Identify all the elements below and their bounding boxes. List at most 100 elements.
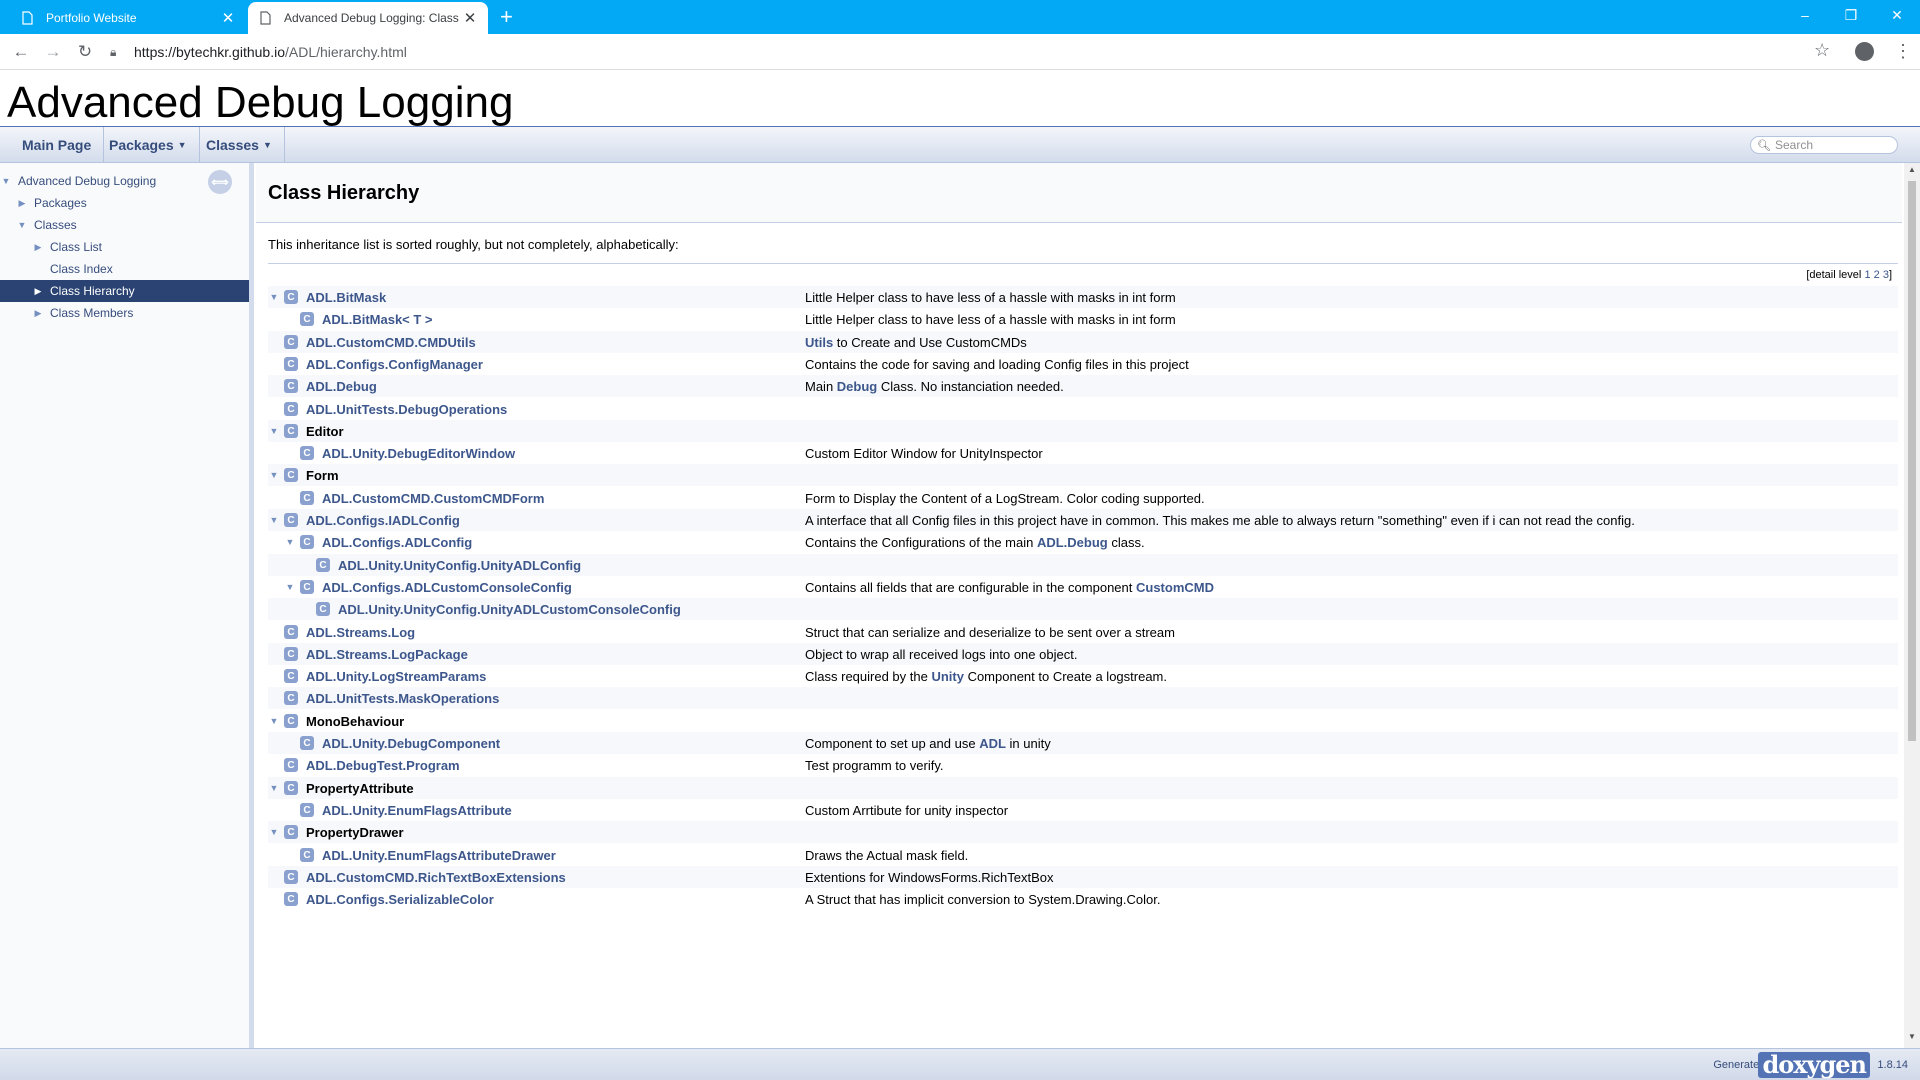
class-link[interactable]: ADL.Unity.EnumFlagsAttribute [322, 803, 512, 818]
class-link[interactable]: ADL.Configs.ADLConfig [322, 535, 472, 550]
expand-toggle-icon[interactable]: ▼ [268, 827, 280, 837]
doxygen-logo[interactable]: doxygen [1758, 1052, 1870, 1078]
forward-icon[interactable]: → [41, 40, 65, 64]
class-link[interactable]: ADL.Unity.LogStreamParams [306, 669, 486, 684]
sidebar-item-class-list[interactable]: ▶ Class List [0, 236, 249, 258]
expand-toggle-icon[interactable]: ▼ [268, 470, 280, 480]
caret-down-icon: ▼ [262, 140, 272, 150]
table-row: C ADL.Unity.UnityConfig.UnityADLConfig [268, 554, 1898, 576]
nav-main-page[interactable]: Main Page [10, 127, 105, 163]
class-link[interactable]: ADL.Configs.SerializableColor [306, 892, 494, 907]
class-icon: C [284, 870, 298, 884]
nav-classes[interactable]: Classes ▼ [194, 127, 285, 163]
expand-toggle-icon[interactable]: ▼ [268, 515, 280, 525]
class-icon: C [284, 647, 298, 661]
maximize-button[interactable]: ❐ [1828, 0, 1874, 30]
table-row: ▼ C MonoBehaviour [268, 710, 1898, 732]
class-link[interactable]: ADL.Debug [306, 379, 377, 394]
expand-toggle-icon[interactable]: ▼ [268, 426, 280, 436]
menu-dots-icon[interactable]: ⋮ [1894, 40, 1912, 62]
table-row: C ADL.CustomCMD.CMDUtils Utils to Create a… [268, 331, 1898, 353]
sidebar-item-packages[interactable]: ▶ Packages [0, 192, 249, 214]
collapsed-arrow-icon[interactable]: ▶ [32, 242, 44, 253]
description-text: Object to wrap all received logs into on… [805, 646, 1078, 662]
class-link[interactable]: ADL.Streams.LogPackage [306, 647, 468, 662]
class-link[interactable]: ADL.Unity.DebugEditorWindow [322, 446, 515, 461]
detail-level-close: ] [1888, 269, 1892, 281]
class-link[interactable]: ADL.CustomCMD.CMDUtils [306, 335, 476, 350]
class-entry: C ADL.Debug [268, 375, 803, 397]
class-link[interactable]: ADL.CustomCMD.RichTextBoxExtensions [306, 870, 566, 885]
scroll-up-icon[interactable]: ▲ [1904, 165, 1920, 179]
description-link[interactable]: Utils [805, 335, 833, 350]
url-path: /ADL/hierarchy.html [284, 44, 407, 60]
sidebar-item-class-index[interactable]: Class Index [0, 258, 249, 280]
sidebar-item-class-members[interactable]: ▶ Class Members [0, 302, 249, 324]
class-link[interactable]: ADL.UnitTests.DebugOperations [306, 402, 507, 417]
class-link[interactable]: ADL.CustomCMD.CustomCMDForm [322, 491, 544, 506]
scrollbar-thumb[interactable] [1908, 181, 1916, 741]
browser-tab-bar: Portfolio Website ✕ Advanced Debug Loggi… [0, 0, 1920, 34]
bookmark-star-icon[interactable]: ☆ [1814, 40, 1830, 61]
footer: Generated by doxygen 1.8.14 [0, 1048, 1920, 1080]
expand-toggle-icon[interactable]: ▼ [268, 716, 280, 726]
back-icon[interactable]: ← [9, 40, 33, 64]
expanded-arrow-icon[interactable]: ▼ [16, 220, 28, 230]
class-link[interactable]: ADL.Configs.IADLConfig [306, 513, 460, 528]
search-input[interactable]: 🔍︎ Search [1750, 136, 1898, 154]
close-tab-icon[interactable]: ✕ [220, 9, 236, 27]
reload-icon[interactable]: ↻ [73, 40, 97, 64]
sidebar-item-class-hierarchy[interactable]: ▶ Class Hierarchy [0, 280, 249, 302]
browser-tab-hierarchy[interactable]: Advanced Debug Logging: Class ✕ [248, 2, 488, 34]
detail-level-2[interactable]: 2 [1874, 269, 1880, 281]
class-link[interactable]: ADL.BitMask< T > [322, 312, 433, 327]
description-link[interactable]: Debug [837, 379, 877, 394]
close-tab-icon[interactable]: ✕ [462, 9, 478, 27]
scroll-down-icon[interactable]: ▼ [1904, 1032, 1920, 1046]
table-row: ▼ C PropertyDrawer [268, 821, 1898, 843]
description-link[interactable]: Unity [931, 669, 964, 684]
class-link[interactable]: ADL.DebugTest.Program [306, 758, 460, 773]
class-link[interactable]: ADL.Streams.Log [306, 625, 415, 640]
class-icon: C [284, 669, 298, 683]
nav-packages[interactable]: Packages ▼ [97, 127, 200, 163]
expand-toggle-icon[interactable]: ▼ [284, 582, 296, 592]
class-description: Draws the Actual mask field. [805, 848, 968, 863]
minimize-button[interactable]: – [1782, 0, 1828, 30]
description-text: Draws the Actual mask field. [805, 847, 969, 863]
description-link[interactable]: ADL [979, 736, 1006, 751]
address-bar[interactable]: 🔒︎ https://bytechkr.github.io/ADL/hierar… [110, 38, 1810, 66]
expand-toggle-icon[interactable]: ▼ [284, 537, 296, 547]
new-tab-button[interactable]: + [500, 5, 513, 29]
browser-tab-portfolio[interactable]: Portfolio Website ✕ [10, 2, 246, 34]
sidebar-item-classes[interactable]: ▼ Classes [0, 214, 249, 236]
table-row: ▼ C ADL.Configs.IADLConfig A interface that… [268, 509, 1898, 531]
class-link[interactable]: ADL.Configs.ADLCustomConsoleConfig [322, 580, 572, 595]
class-link[interactable]: ADL.Unity.EnumFlagsAttributeDrawer [322, 848, 556, 863]
class-link[interactable]: ADL.BitMask [306, 290, 386, 305]
sidebar-item-advanced-debug-logging[interactable]: ▼ Advanced Debug Logging [0, 170, 249, 192]
expanded-arrow-icon[interactable]: ▼ [0, 176, 12, 186]
class-link[interactable]: ADL.Unity.UnityConfig.UnityADLConfig [338, 558, 581, 573]
collapsed-arrow-icon[interactable]: ▶ [32, 286, 44, 297]
class-link[interactable]: ADL.UnitTests.MaskOperations [306, 691, 499, 706]
class-link[interactable]: ADL.Unity.DebugComponent [322, 736, 500, 751]
class-link[interactable]: ADL.Configs.ConfigManager [306, 357, 483, 372]
profile-avatar-icon[interactable] [1855, 42, 1874, 61]
class-entry: C ADL.Unity.DebugEditorWindow [268, 442, 803, 464]
detail-level-1[interactable]: 1 [1864, 269, 1870, 281]
window-close-button[interactable]: ✕ [1874, 0, 1920, 30]
collapsed-arrow-icon[interactable]: ▶ [16, 198, 28, 209]
lock-icon[interactable]: 🔒︎ [110, 45, 124, 60]
expand-toggle-icon[interactable]: ▼ [268, 292, 280, 302]
collapsed-arrow-icon[interactable]: ▶ [32, 308, 44, 319]
description-link[interactable]: ADL.Debug [1037, 535, 1108, 550]
expand-toggle-icon[interactable]: ▼ [268, 783, 280, 793]
class-entry: C ADL.UnitTests.DebugOperations [268, 398, 803, 420]
class-entry: C ADL.Configs.SerializableColor [268, 888, 803, 910]
vertical-scrollbar[interactable]: ▲ ▼ [1904, 163, 1920, 1048]
nav-main-page-label: Main Page [22, 137, 92, 153]
class-description: Form to Display the Content of a LogStre… [805, 491, 1205, 506]
class-link[interactable]: ADL.Unity.UnityConfig.UnityADLCustomCons… [338, 602, 681, 617]
description-link[interactable]: CustomCMD [1136, 580, 1214, 595]
